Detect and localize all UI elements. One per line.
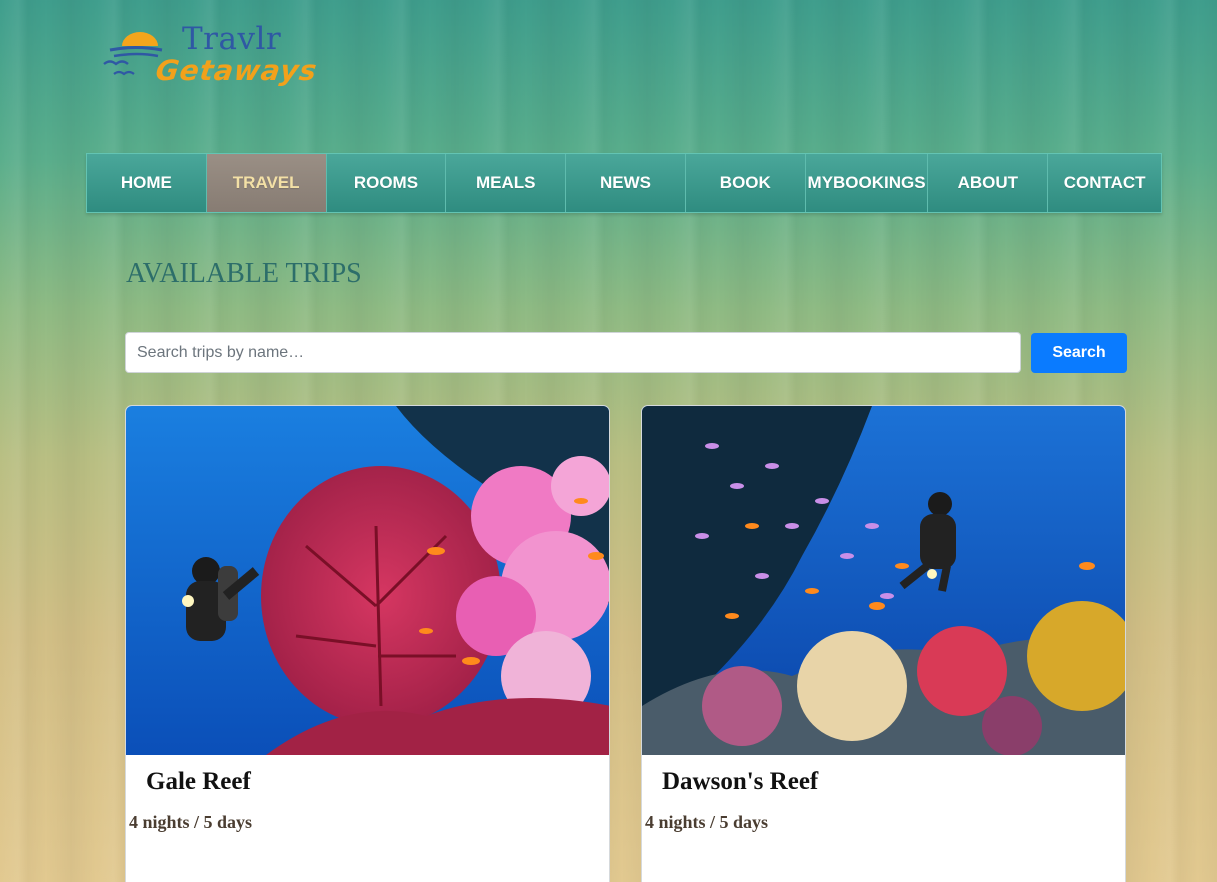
site-logo[interactable]: Travlr Getaways	[100, 18, 335, 98]
trip-card[interactable]: Dawson's Reef 4 nights / 5 days	[641, 405, 1126, 882]
trip-name[interactable]: Dawson's Reef	[662, 768, 818, 796]
search-button[interactable]: Search	[1031, 333, 1127, 373]
reef-photo-icon	[126, 406, 609, 755]
main-nav: HOME TRAVEL ROOMS MEALS NEWS BOOK MYBOOK…	[86, 153, 1162, 213]
nav-item-news[interactable]: NEWS	[566, 154, 686, 212]
page-title: AVAILABLE TRIPS	[126, 258, 362, 289]
reef-photo-icon	[642, 406, 1125, 755]
trip-name[interactable]: Gale Reef	[146, 768, 251, 796]
nav-item-meals[interactable]: MEALS	[446, 154, 567, 212]
nav-item-travel[interactable]: TRAVEL	[206, 154, 327, 212]
nav-item-contact[interactable]: CONTACT	[1048, 154, 1161, 212]
logo-title: Travlr	[182, 21, 282, 57]
nav-item-mybookings[interactable]: MYBOOKINGS	[806, 154, 929, 212]
nav-item-about[interactable]: ABOUT	[928, 154, 1049, 212]
trip-card[interactable]: Gale Reef 4 nights / 5 days	[125, 405, 610, 882]
nav-item-rooms[interactable]: ROOMS	[327, 154, 447, 212]
search-input[interactable]	[125, 332, 1021, 373]
trip-image	[642, 406, 1125, 755]
nav-item-book[interactable]: BOOK	[686, 154, 806, 212]
trip-duration: 4 nights / 5 days	[129, 812, 253, 832]
nav-item-home[interactable]: HOME	[87, 154, 207, 212]
logo-subtitle: Getaways	[153, 54, 320, 87]
trip-duration: 4 nights / 5 days	[645, 812, 769, 832]
trip-image	[126, 406, 609, 755]
